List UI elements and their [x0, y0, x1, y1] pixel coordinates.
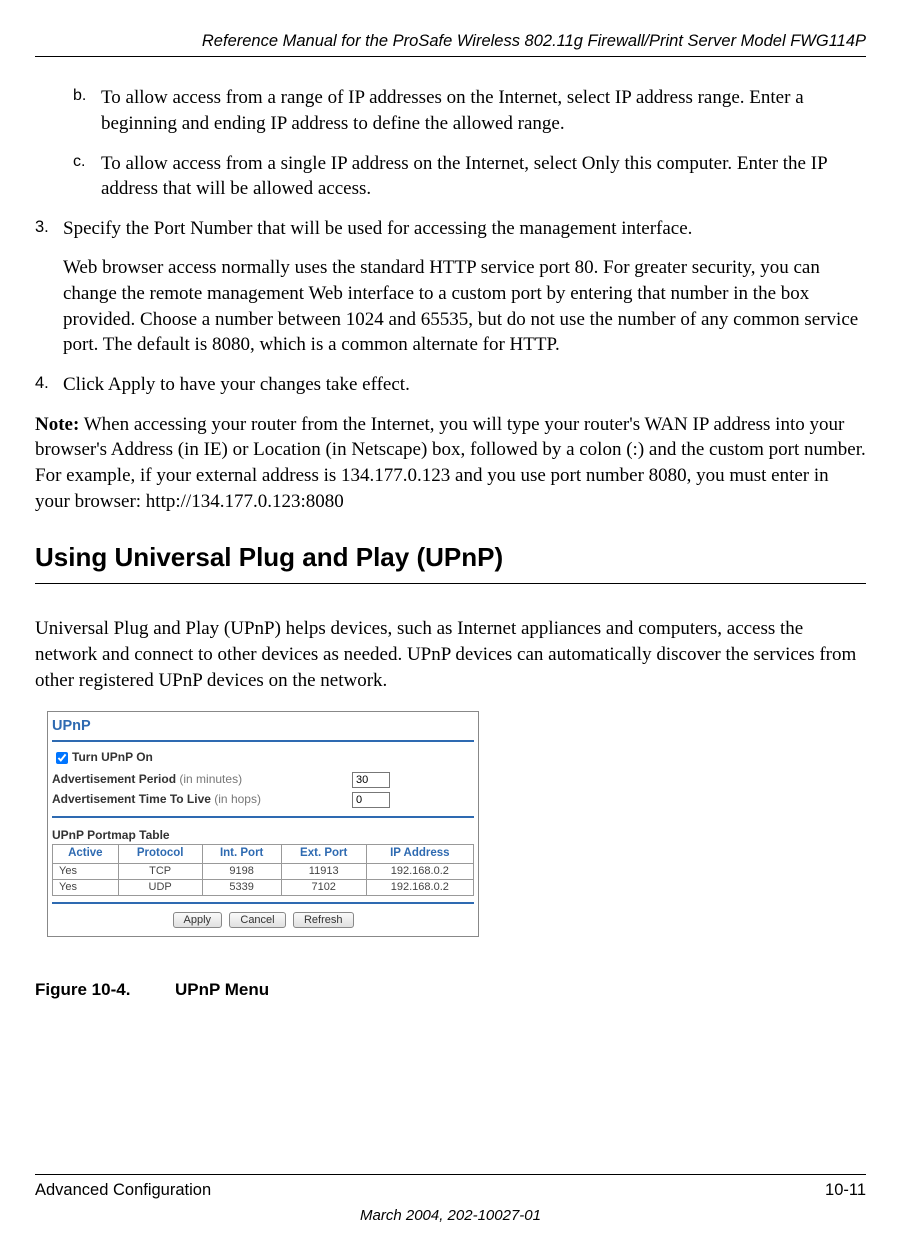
list-text: To allow access from a single IP address…	[101, 151, 866, 202]
upnp-title: UPnP	[52, 716, 474, 739]
table-header-row: Active Protocol Int. Port Ext. Port IP A…	[53, 845, 474, 864]
list-marker: 3.	[35, 216, 63, 242]
section-heading: Using Universal Plug and Play (UPnP)	[35, 540, 866, 575]
turn-upnp-on-label: Turn UPnP On	[72, 750, 153, 764]
portmap-title: UPnP Portmap Table	[52, 818, 474, 844]
cancel-button[interactable]: Cancel	[229, 912, 285, 928]
cell-protocol: TCP	[118, 863, 202, 879]
note-label: Note:	[35, 414, 79, 435]
adv-ttl-row: Advertisement Time To Live (in hops)	[52, 790, 474, 810]
cell-protocol: UDP	[118, 880, 202, 896]
adv-period-label-bold: Advertisement Period	[52, 772, 176, 786]
footer-rule	[35, 1174, 866, 1175]
footer-page-number: 10-11	[825, 1179, 866, 1201]
list-item-4: 4. Click Apply to have your changes take…	[35, 372, 866, 398]
upnp-button-row: Apply Cancel Refresh	[52, 904, 474, 932]
upnp-turn-on-row: Turn UPnP On	[52, 742, 474, 770]
page-header-title: Reference Manual for the ProSafe Wireles…	[35, 30, 866, 52]
section-rule	[35, 583, 866, 584]
figure-number: Figure 10-4.	[35, 979, 175, 1002]
header-rule	[35, 56, 866, 57]
adv-ttl-label-gray: (in hops)	[211, 792, 261, 806]
adv-period-label-gray: (in minutes)	[176, 772, 242, 786]
cell-ext-port: 11913	[281, 863, 366, 879]
refresh-button[interactable]: Refresh	[293, 912, 354, 928]
cell-active: Yes	[53, 880, 119, 896]
col-active: Active	[53, 845, 119, 864]
cell-ip: 192.168.0.2	[366, 880, 473, 896]
list-item-3-sub: Web browser access normally uses the sta…	[63, 255, 866, 358]
footer-section: Advanced Configuration	[35, 1179, 211, 1201]
col-ext-port: Ext. Port	[281, 845, 366, 864]
cell-int-port: 9198	[202, 863, 281, 879]
list-marker: b.	[73, 85, 101, 136]
list-text: Click Apply to have your changes take ef…	[63, 372, 866, 398]
list-text: Specify the Port Number that will be use…	[63, 216, 866, 242]
list-marker: c.	[73, 151, 101, 202]
cell-int-port: 5339	[202, 880, 281, 896]
list-item-b: b. To allow access from a range of IP ad…	[73, 85, 866, 136]
footer-line1: Advanced Configuration 10-11	[35, 1179, 866, 1201]
portmap-table: Active Protocol Int. Port Ext. Port IP A…	[52, 844, 474, 896]
list-item-3: 3. Specify the Port Number that will be …	[35, 216, 866, 242]
note-paragraph: Note: When accessing your router from th…	[35, 412, 866, 515]
apply-button[interactable]: Apply	[173, 912, 223, 928]
page-footer: Advanced Configuration 10-11 March 2004,…	[35, 1174, 866, 1226]
col-int-port: Int. Port	[202, 845, 281, 864]
cell-ext-port: 7102	[281, 880, 366, 896]
figure-caption: Figure 10-4.UPnP Menu	[35, 979, 866, 1002]
col-protocol: Protocol	[118, 845, 202, 864]
table-row: Yes UDP 5339 7102 192.168.0.2	[53, 880, 474, 896]
adv-ttl-input[interactable]	[352, 792, 390, 808]
note-text: When accessing your router from the Inte…	[35, 414, 866, 512]
upnp-panel: UPnP Turn UPnP On Advertisement Period (…	[47, 711, 479, 937]
cell-ip: 192.168.0.2	[366, 863, 473, 879]
section-intro: Universal Plug and Play (UPnP) helps dev…	[35, 616, 866, 693]
footer-date: March 2004, 202-10027-01	[35, 1206, 866, 1226]
adv-period-label: Advertisement Period (in minutes)	[52, 772, 352, 786]
col-ip: IP Address	[366, 845, 473, 864]
list-marker: 4.	[35, 372, 63, 398]
adv-ttl-label-bold: Advertisement Time To Live	[52, 792, 211, 806]
list-text: To allow access from a range of IP addre…	[101, 85, 866, 136]
adv-ttl-label: Advertisement Time To Live (in hops)	[52, 792, 352, 806]
cell-active: Yes	[53, 863, 119, 879]
list-item-c: c. To allow access from a single IP addr…	[73, 151, 866, 202]
adv-period-row: Advertisement Period (in minutes)	[52, 770, 474, 790]
adv-period-input[interactable]	[352, 772, 390, 788]
turn-upnp-on-checkbox[interactable]	[56, 752, 68, 764]
table-row: Yes TCP 9198 11913 192.168.0.2	[53, 863, 474, 879]
figure-title: UPnP Menu	[175, 980, 269, 999]
